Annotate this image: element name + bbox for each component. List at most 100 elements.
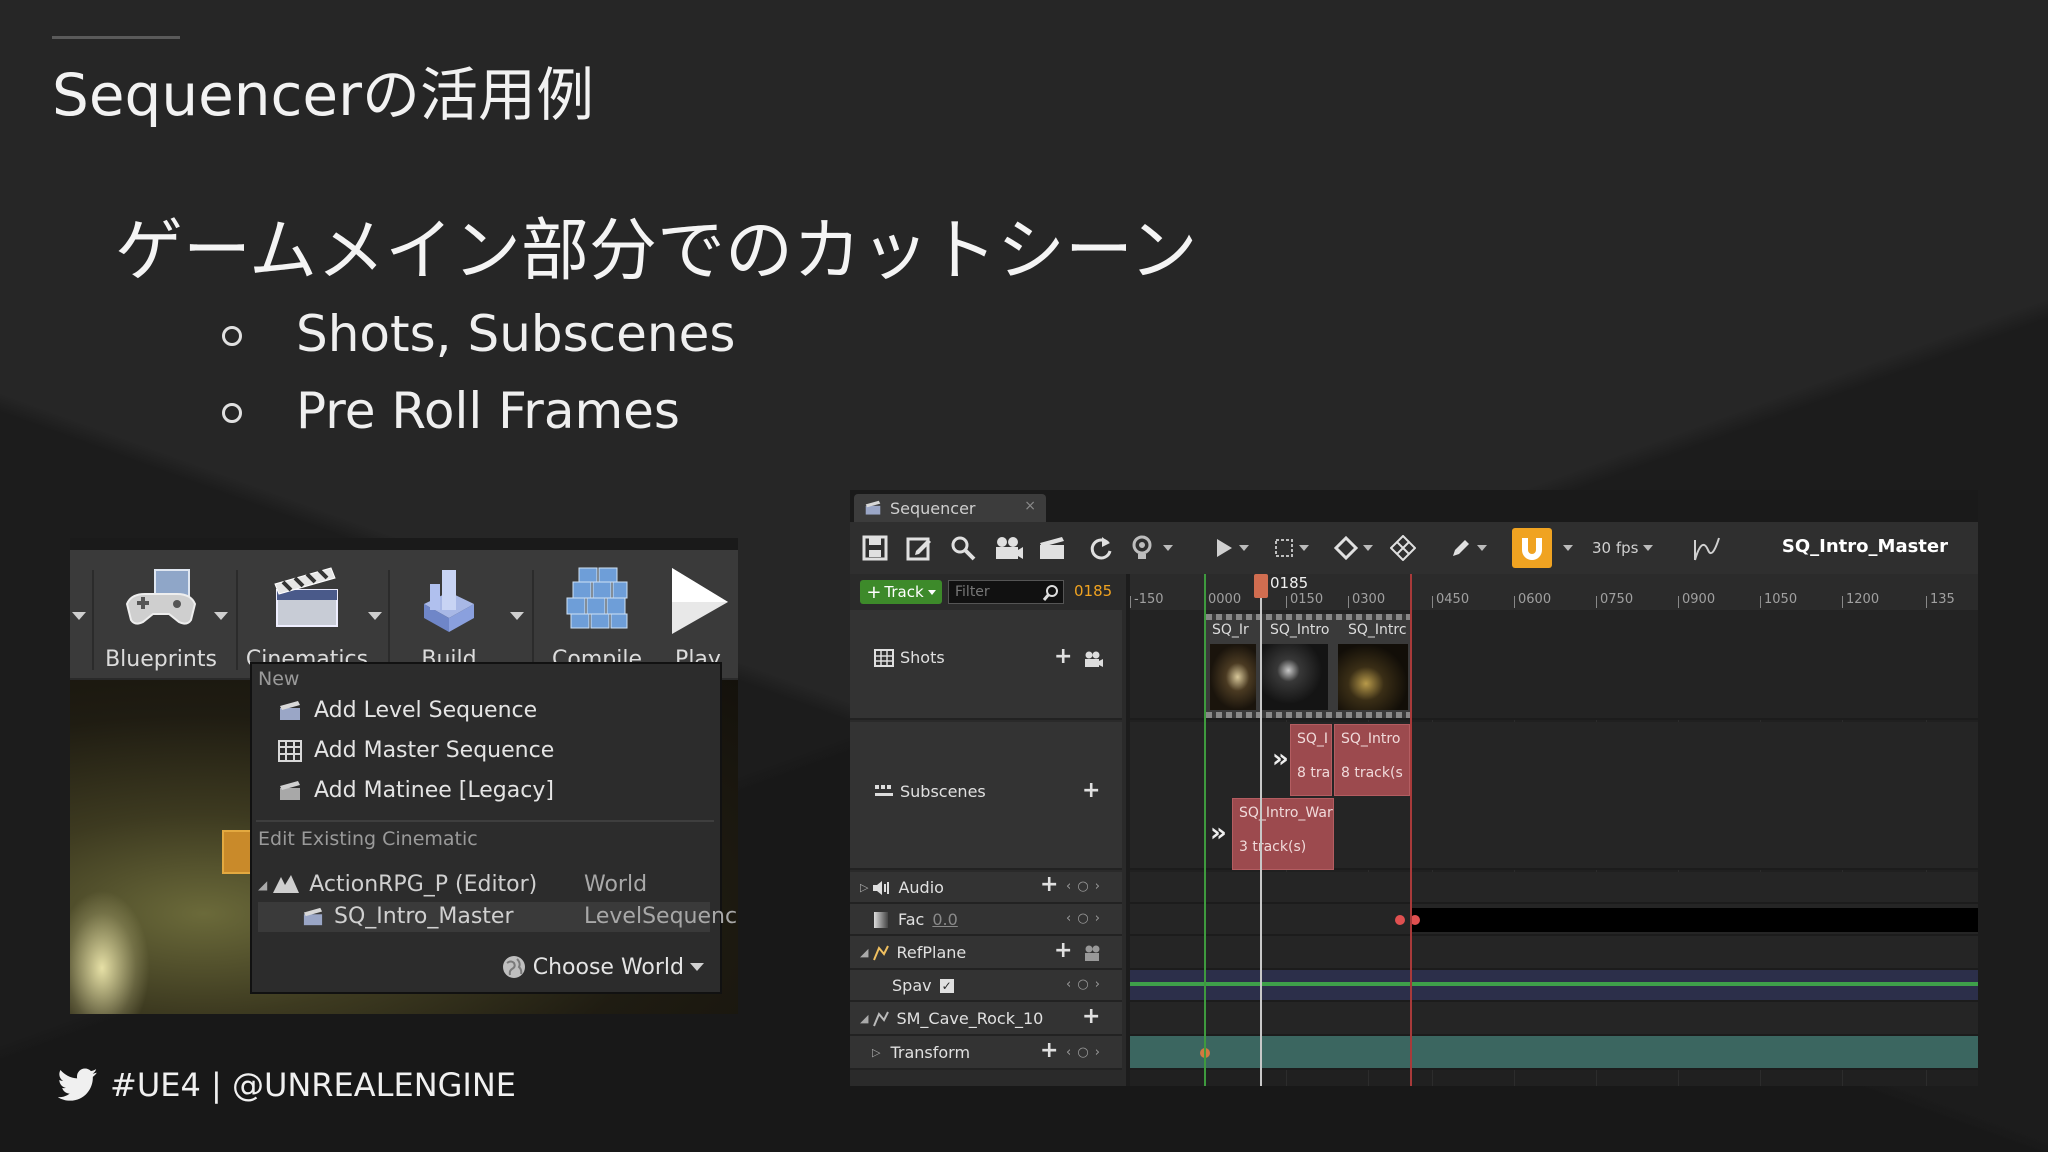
track-row-refplane[interactable]: ◢ RefPlane + xyxy=(850,936,1122,970)
add-icon[interactable]: + xyxy=(1082,778,1100,803)
add-icon[interactable]: + xyxy=(1054,938,1072,963)
cinematic-type: World xyxy=(584,872,648,897)
playback-options-button[interactable] xyxy=(1214,534,1249,562)
track-row-spawned[interactable]: Spav ✓ ‹ ○ › xyxy=(850,970,1122,1002)
keyframe-nav[interactable]: ‹ ○ › xyxy=(1066,879,1101,894)
keyframe-nav[interactable]: ‹ ○ › xyxy=(1066,911,1101,926)
play-button[interactable]: Play xyxy=(658,550,738,678)
plus-icon: + xyxy=(866,581,882,603)
add-track-button[interactable]: + Track xyxy=(860,580,942,604)
footer-text: #UE4 | @UNREALENGINE xyxy=(110,1066,517,1104)
shot-clip-label[interactable]: SQ_Ir xyxy=(1212,622,1249,638)
keyframe-dot[interactable] xyxy=(1395,915,1405,925)
curve-editor-button[interactable] xyxy=(1692,534,1722,562)
subscene-clip[interactable]: SQ_I 8 tra xyxy=(1290,724,1332,796)
ruler-tick: 135 xyxy=(1926,592,1955,608)
snap-options-button[interactable] xyxy=(1558,534,1573,562)
sequencer-tab[interactable]: Sequencer × xyxy=(854,494,1046,522)
compile-button[interactable]: Compile xyxy=(538,550,656,678)
spawned-checkbox[interactable]: ✓ xyxy=(939,978,954,993)
restore-state-button[interactable] xyxy=(1088,534,1114,562)
clip-overflow-icon: » xyxy=(1210,818,1227,848)
chevron-down-icon[interactable] xyxy=(214,612,228,620)
collapse-arrow-icon[interactable]: ◢ xyxy=(860,1012,868,1025)
chevron-down-icon[interactable] xyxy=(72,612,86,620)
track-row-shots[interactable]: Shots + xyxy=(850,610,1122,720)
collapse-arrow-icon[interactable]: ◢ xyxy=(860,946,868,959)
existing-cinematic-row[interactable]: ◢ ActionRPG_P (Editor) World xyxy=(258,870,710,900)
playhead[interactable] xyxy=(1260,574,1262,1086)
editor-toolbar-screenshot: Blueprints Cinematics Build Compile Play… xyxy=(70,538,738,1014)
clip-name: SQ_Intro_War xyxy=(1239,805,1333,821)
camera-button[interactable] xyxy=(994,534,1024,562)
fade-value[interactable]: 0.0 xyxy=(932,910,957,929)
toolbar-separator xyxy=(388,570,390,670)
actor-icon xyxy=(873,1011,890,1026)
toolbar-separator xyxy=(532,570,534,670)
chevron-down-icon[interactable] xyxy=(510,612,524,620)
render-movie-button[interactable] xyxy=(1038,534,1066,562)
subscene-clip[interactable]: SQ_Intro_War 3 track(s) xyxy=(1232,798,1334,870)
track-name: SM_Cave_Rock_10 xyxy=(896,1009,1044,1028)
shot-clips-strip[interactable]: SQ_Ir SQ_Intro SQ_Intrc xyxy=(1206,614,1410,718)
timeline-area[interactable]: -150 0000 0150 0300 0450 0600 0750 0900 … xyxy=(1130,574,1978,1086)
save-button[interactable] xyxy=(862,534,888,562)
ruler-tick: 0600 xyxy=(1513,592,1552,608)
add-icon[interactable]: + xyxy=(1040,1038,1058,1063)
clip-tracks: 3 track(s) xyxy=(1239,839,1307,855)
blueprints-button[interactable]: Blueprints xyxy=(96,550,226,678)
toolbar-separator xyxy=(92,570,94,670)
move-icon xyxy=(1390,535,1416,561)
view-options-button[interactable] xyxy=(1130,534,1173,562)
selection-options-button[interactable] xyxy=(1274,534,1309,562)
track-row-fade[interactable]: Fac 0.0 ‹ ○ › xyxy=(850,904,1122,936)
chevron-down-icon[interactable] xyxy=(368,612,382,620)
choose-world-button[interactable]: Choose World xyxy=(501,954,704,980)
save-as-button[interactable] xyxy=(906,534,932,562)
fps-value: 30 fps xyxy=(1592,539,1639,557)
title-rule xyxy=(52,36,180,39)
track-row-subscenes[interactable]: Subscenes + xyxy=(850,722,1122,870)
close-icon[interactable]: × xyxy=(1024,498,1036,514)
auto-key-button[interactable] xyxy=(1390,534,1416,562)
shot-clip-label[interactable]: SQ_Intro xyxy=(1270,622,1329,638)
fps-select[interactable]: 30 fps xyxy=(1592,534,1654,562)
blueprints-label: Blueprints xyxy=(105,647,217,672)
search-icon[interactable] xyxy=(1042,584,1060,602)
ruler-tick: 0000 xyxy=(1203,592,1242,608)
cinematics-button[interactable]: Cinematics xyxy=(242,550,372,678)
add-icon[interactable]: + xyxy=(1054,644,1072,669)
edit-options-button[interactable] xyxy=(1450,534,1487,562)
playhead-handle[interactable] xyxy=(1254,574,1268,598)
world-actor-icon xyxy=(273,874,300,893)
track-row-sm-cave-rock[interactable]: ◢ SM_Cave_Rock_10 + xyxy=(850,1002,1122,1036)
add-level-sequence-item[interactable]: Add Level Sequence xyxy=(278,698,537,723)
keyframe-nav[interactable]: ‹ ○ › xyxy=(1066,1045,1101,1060)
find-button[interactable] xyxy=(950,534,976,562)
cinematic-name: SQ_Intro_Master xyxy=(334,904,514,929)
add-icon[interactable]: + xyxy=(1082,1004,1100,1029)
add-matinee-item[interactable]: Add Matinee [Legacy] xyxy=(278,778,554,803)
twitter-bird-icon xyxy=(58,1068,98,1101)
chevron-down-icon xyxy=(1363,545,1373,551)
expand-arrow-icon[interactable]: ▷ xyxy=(872,1046,880,1059)
chevron-down-icon xyxy=(1477,545,1487,551)
add-icon[interactable]: + xyxy=(1040,872,1058,897)
camera-icon[interactable] xyxy=(1084,944,1104,962)
track-row-transform[interactable]: ▷ Transform + ‹ ○ › xyxy=(850,1036,1122,1070)
existing-cinematic-row-selected[interactable]: SQ_Intro_Master LevelSequenc xyxy=(258,902,737,932)
expand-arrow-icon[interactable]: ▷ xyxy=(860,881,868,894)
key-options-button[interactable] xyxy=(1334,534,1373,562)
camera-icon[interactable] xyxy=(1084,650,1104,668)
track-row-audio[interactable]: ▷ Audio + ‹ ○ › xyxy=(850,872,1122,904)
shot-clip-label[interactable]: SQ_Intrc xyxy=(1348,622,1407,638)
snap-toggle-button[interactable] xyxy=(1512,528,1552,568)
subscene-clip[interactable]: SQ_Intro 8 track(s xyxy=(1334,724,1410,796)
build-button[interactable]: Build xyxy=(394,550,504,678)
keyframe-nav[interactable]: ‹ ○ › xyxy=(1066,977,1101,992)
cinematic-type: LevelSequenc xyxy=(584,904,738,929)
ruler-tick: 0750 xyxy=(1595,592,1634,608)
clip-overflow-icon: » xyxy=(1272,744,1289,774)
cinematic-name: ActionRPG_P (Editor) xyxy=(309,872,538,897)
add-master-sequence-item[interactable]: Add Master Sequence xyxy=(278,738,554,763)
